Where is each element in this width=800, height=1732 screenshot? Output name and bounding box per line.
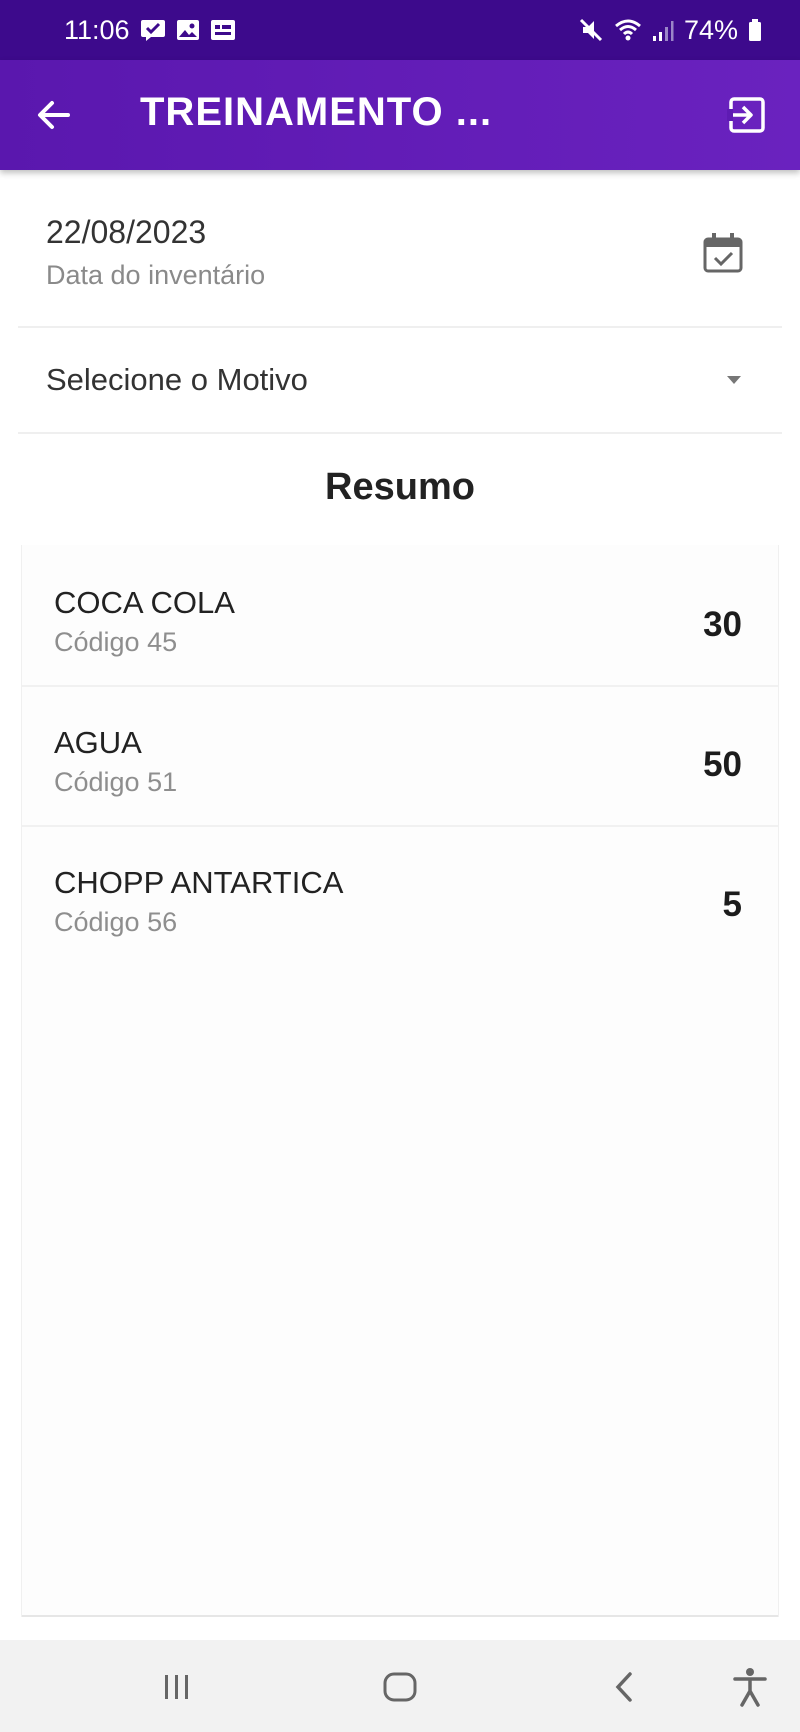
system-nav-bar	[0, 1640, 800, 1732]
status-right: 74%	[578, 15, 762, 46]
app-bar: TREINAMENTO ...	[0, 60, 800, 170]
item-quantity: 30	[703, 605, 742, 644]
status-bar: 11:06 74%	[0, 0, 800, 60]
summary-title: Resumo	[325, 466, 475, 508]
page-title: TREINAMENTO ...	[140, 90, 493, 134]
gallery-icon	[176, 19, 200, 41]
back-arrow-icon	[38, 101, 70, 129]
date-field[interactable]: 22/08/2023 Data do inventário	[18, 170, 782, 328]
recent-apps-icon	[165, 1675, 188, 1699]
summary-list: COCA COLA Código 45 30 AGUA Código 51 50…	[22, 545, 778, 1617]
accessibility-icon	[733, 1668, 767, 1707]
item-name: AGUA	[54, 725, 142, 760]
sms-icon	[210, 19, 236, 41]
item-name: COCA COLA	[54, 585, 235, 620]
back-icon	[615, 1672, 632, 1702]
exit-button[interactable]	[724, 92, 770, 138]
date-label: Data do inventário	[46, 260, 266, 290]
home-icon	[383, 1672, 417, 1702]
motivo-placeholder: Selecione o Motivo	[46, 362, 308, 397]
list-item[interactable]: CHOPP ANTARTICA Código 56 5	[22, 825, 778, 965]
date-value: 22/08/2023	[46, 214, 207, 250]
status-left: 11:06	[64, 15, 236, 46]
item-code: Código 45	[54, 627, 178, 657]
battery-percent: 74%	[683, 14, 738, 45]
home-button[interactable]	[377, 1664, 423, 1710]
calendar-check-icon[interactable]	[702, 232, 744, 274]
battery-icon	[748, 18, 762, 42]
recent-apps-button[interactable]	[154, 1664, 200, 1710]
message-icon	[140, 18, 166, 42]
status-time: 11:06	[64, 14, 130, 45]
accessibility-button[interactable]	[727, 1664, 773, 1710]
back-button[interactable]	[30, 92, 76, 138]
motivo-select[interactable]: Selecione o Motivo	[18, 328, 782, 434]
list-item[interactable]: COCA COLA Código 45 30	[22, 545, 778, 687]
item-code: Código 56	[54, 907, 178, 937]
system-back-button[interactable]	[602, 1664, 648, 1710]
signal-icon	[652, 18, 674, 42]
item-name: CHOPP ANTARTICA	[54, 865, 344, 900]
item-quantity: 50	[703, 745, 742, 784]
item-code: Código 51	[54, 767, 178, 797]
mute-icon	[578, 17, 604, 43]
exit-icon	[727, 97, 765, 133]
wifi-icon	[614, 18, 642, 42]
dropdown-arrow-icon	[727, 376, 741, 384]
list-item[interactable]: AGUA Código 51 50	[22, 685, 778, 827]
item-quantity: 5	[722, 885, 742, 924]
